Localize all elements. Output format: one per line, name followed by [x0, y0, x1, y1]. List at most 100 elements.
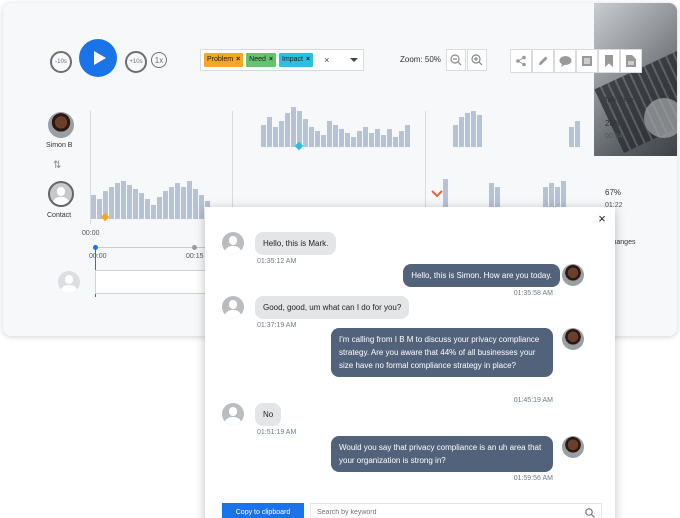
timeline-tick [192, 245, 197, 250]
bookmark-button[interactable] [598, 49, 620, 73]
waveform-bar [175, 183, 180, 219]
chevron-down-icon[interactable] [350, 58, 358, 62]
timeline-tick-0: 00:00 [89, 253, 107, 260]
waveform-bar [375, 129, 380, 147]
waveform-bar [169, 187, 174, 219]
waveform-bar [477, 115, 482, 147]
waveform-bar [139, 193, 144, 219]
forward-label: +10s [129, 59, 143, 65]
zoom-in-button[interactable] [467, 49, 487, 71]
need-tag-marker-icon[interactable] [431, 190, 443, 198]
timeline-tick-15: 00:15 [186, 253, 204, 260]
waveform-bar [309, 127, 314, 147]
waveform-bar [115, 183, 120, 219]
rewind-button[interactable]: -10s [50, 51, 72, 73]
waveform-bar [193, 189, 198, 219]
comment-track [95, 270, 215, 294]
app-root: -10s +10s 1x Problem × Need × Impact × × Zo… [0, 0, 680, 518]
play-button[interactable] [79, 39, 117, 77]
message-time: 01:37:19 AM [257, 322, 297, 329]
waveform-bar [369, 133, 374, 147]
waveform-bar [127, 185, 132, 219]
pencil-icon [539, 56, 548, 65]
talk-time-label: Talk Time [604, 97, 634, 104]
comment-button[interactable] [554, 49, 576, 73]
waveform-bar [163, 191, 168, 219]
message-bubble: Good, good, um what can I do for you? [255, 296, 410, 319]
message-time: 01:35:12 AM [257, 258, 297, 265]
zoom-out-button[interactable] [446, 49, 466, 71]
close-icon[interactable]: × [595, 212, 609, 226]
tag-need[interactable]: Need × [246, 53, 276, 67]
waveform-bar [151, 205, 156, 219]
contact-avatar [222, 232, 244, 254]
waveform-bar [303, 119, 308, 147]
waveform-bar [199, 195, 204, 219]
share-button[interactable] [510, 49, 532, 73]
waveform-bar [91, 195, 96, 219]
waveform-bar [405, 125, 410, 147]
waveform-bar [279, 121, 284, 147]
notes-button[interactable] [576, 49, 598, 73]
clear-tags-button[interactable]: × [324, 55, 329, 65]
tag-filter-select[interactable]: Problem × Need × Impact × × [200, 49, 364, 71]
waveform-bar [291, 107, 296, 147]
waveform-bar [471, 111, 476, 147]
rep-talk-time: 00:34 [605, 133, 623, 140]
waveform-bar [327, 121, 332, 147]
contact-avatar [222, 296, 244, 318]
forward-button[interactable]: +10s [125, 51, 147, 73]
notes-icon [582, 56, 592, 66]
rep-name: Simon B [46, 142, 73, 149]
waveform-bar [333, 125, 338, 147]
message-bubble: Hello, this is Mark. [255, 232, 337, 255]
tag-impact-remove[interactable]: × [306, 56, 310, 63]
waveform-bar [339, 129, 344, 147]
comment-icon [559, 56, 571, 67]
contact-avatar [222, 403, 244, 425]
message-bubble: Hello, this is Simon. How are you today. [403, 264, 560, 287]
rep-avatar [48, 112, 74, 138]
zoom-out-icon [450, 54, 462, 66]
rewind-label: -10s [55, 59, 67, 65]
tag-impact[interactable]: Impact × [279, 53, 314, 67]
message-bubble: Would you say that privacy compliance is… [331, 436, 553, 472]
message-time: 01:35:58 AM [513, 290, 553, 297]
contact-talk-pct: 67% [605, 188, 622, 197]
tag-problem[interactable]: Problem × [204, 53, 244, 67]
waveform-bar [575, 121, 580, 147]
play-icon [93, 51, 106, 65]
waveform-bar [357, 131, 362, 147]
message-time: 01:45:19 AM [513, 397, 553, 404]
rep-avatar [562, 328, 584, 350]
bookmark-icon [605, 55, 613, 67]
waveform-bar [459, 117, 464, 147]
waveform-bar [267, 117, 272, 147]
edit-button[interactable] [532, 49, 554, 73]
tag-problem-label: Problem [207, 56, 234, 63]
waveform-bar [285, 113, 290, 147]
message-bubble: No [255, 403, 282, 426]
waveform-bar [109, 187, 114, 219]
contact-avatar [48, 181, 74, 207]
tag-problem-remove[interactable]: × [236, 56, 240, 63]
tag-need-remove[interactable]: × [269, 56, 273, 63]
swap-arrows-icon[interactable]: ⇅ [53, 160, 61, 171]
document-icon [626, 55, 636, 67]
search-icon[interactable] [585, 508, 595, 518]
waveform-bar [261, 125, 266, 147]
zoom-label: Zoom: 50% [400, 55, 441, 64]
waveform-bar [145, 199, 150, 219]
rep-avatar [562, 436, 584, 458]
waveform-bar [453, 125, 458, 147]
share-icon [516, 55, 526, 67]
waveform-bar [187, 181, 192, 219]
copy-to-clipboard-button[interactable]: Copy to clipboard [222, 503, 304, 518]
search-input[interactable] [317, 509, 567, 516]
speed-label: 1x [154, 55, 164, 65]
waveform-bar [363, 127, 368, 147]
waveform-bar [465, 113, 470, 147]
document-button[interactable] [620, 49, 642, 73]
playback-speed-button[interactable]: 1x [151, 52, 167, 68]
waveform-bar [133, 189, 138, 219]
